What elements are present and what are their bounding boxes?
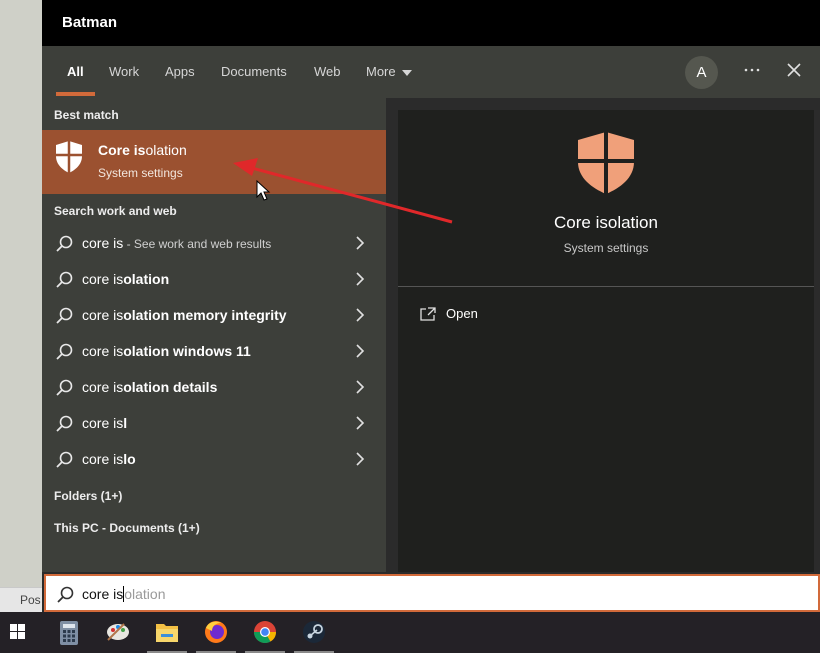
tab-web[interactable]: Web [314, 64, 341, 79]
suggestion-item[interactable]: core isolation memory integrity [42, 298, 386, 334]
preview-subtitle: System settings [563, 241, 649, 255]
best-match-title: Core isolation [98, 142, 187, 158]
window-title: Batman [62, 14, 118, 31]
calculator-icon[interactable] [45, 612, 93, 653]
search-web-heading: Search work and web [54, 204, 177, 218]
suggestion-item[interactable]: core isl [42, 406, 386, 442]
suggestion-text: core isolation [82, 271, 170, 287]
search-query: core isolation [82, 586, 166, 602]
suggestion-text: core isolation windows 11 [82, 343, 251, 359]
taskbar [0, 612, 820, 653]
active-tab-indicator [56, 92, 95, 96]
chevron-right-icon[interactable] [355, 379, 365, 399]
this-pc-documents-heading[interactable]: This PC - Documents (1+) [54, 521, 200, 535]
search-icon [54, 306, 74, 331]
search-icon [54, 234, 74, 259]
search-icon [54, 378, 74, 403]
chevron-right-icon[interactable] [355, 343, 365, 363]
chevron-right-icon[interactable] [355, 451, 365, 471]
close-icon[interactable] [786, 60, 802, 84]
preview-panel: Core isolation System settings Open [398, 110, 814, 572]
suggestion-item[interactable]: core isolation [42, 262, 386, 298]
desktop-background: Pos [0, 0, 42, 612]
suggestion-item[interactable]: core isolation details [42, 370, 386, 406]
suggestion-item[interactable]: core is - See work and web results [42, 226, 386, 262]
chrome-icon[interactable] [241, 612, 289, 653]
search-icon [54, 414, 74, 439]
tab-work[interactable]: Work [109, 64, 139, 79]
steam-icon[interactable] [290, 612, 338, 653]
results-panel: Best match Core isolation System setting… [42, 98, 386, 572]
search-icon [54, 270, 74, 295]
tab-all[interactable]: All [67, 64, 84, 79]
suggestion-text: core isl [82, 415, 128, 431]
tab-more-label: More [366, 64, 396, 79]
shield-icon [574, 130, 638, 201]
best-match-subtitle: System settings [98, 166, 183, 180]
open-label: Open [446, 306, 478, 321]
start-search-window: Batman All Work Apps Documents Web More … [42, 0, 820, 612]
search-icon [55, 585, 75, 610]
best-match-result[interactable]: Core isolation System settings [42, 130, 386, 194]
firefox-icon[interactable] [192, 612, 240, 653]
shield-icon [54, 140, 84, 179]
suggestion-item[interactable]: core islo [42, 442, 386, 478]
tab-more[interactable]: More [366, 64, 412, 79]
file-explorer-icon[interactable] [143, 612, 191, 653]
divider [398, 286, 814, 287]
search-autocomplete-text: olation [124, 586, 166, 602]
windows-start-icon[interactable] [0, 612, 48, 653]
title-bar: Batman [42, 0, 820, 46]
chevron-right-icon[interactable] [355, 271, 365, 291]
open-icon [420, 307, 436, 321]
chevron-right-icon[interactable] [355, 307, 365, 327]
search-input[interactable]: core isolation [44, 574, 820, 612]
chevron-right-icon[interactable] [355, 235, 365, 255]
paint-icon[interactable] [94, 612, 142, 653]
account-avatar[interactable]: A [685, 56, 718, 89]
suggestion-text: core isolation details [82, 379, 218, 395]
search-filter-tabs: All Work Apps Documents Web More A [42, 46, 820, 98]
search-typed-text: core is [82, 586, 124, 602]
chevron-right-icon[interactable] [355, 415, 365, 435]
background-window-status: Pos [0, 587, 42, 612]
suggestion-text: core is - See work and web results [82, 235, 272, 251]
more-options-icon[interactable] [743, 60, 761, 84]
search-icon [54, 450, 74, 475]
search-icon [54, 342, 74, 367]
suggestion-text: core isolation memory integrity [82, 307, 287, 323]
chevron-down-icon [401, 69, 412, 76]
preview-title: Core isolation [554, 213, 658, 232]
tab-apps[interactable]: Apps [165, 64, 195, 79]
open-action[interactable]: Open [420, 306, 478, 321]
folders-heading[interactable]: Folders (1+) [54, 489, 122, 503]
suggestion-item[interactable]: core isolation windows 11 [42, 334, 386, 370]
tab-documents[interactable]: Documents [221, 64, 287, 79]
best-match-heading: Best match [54, 108, 119, 122]
suggestion-text: core islo [82, 451, 136, 467]
